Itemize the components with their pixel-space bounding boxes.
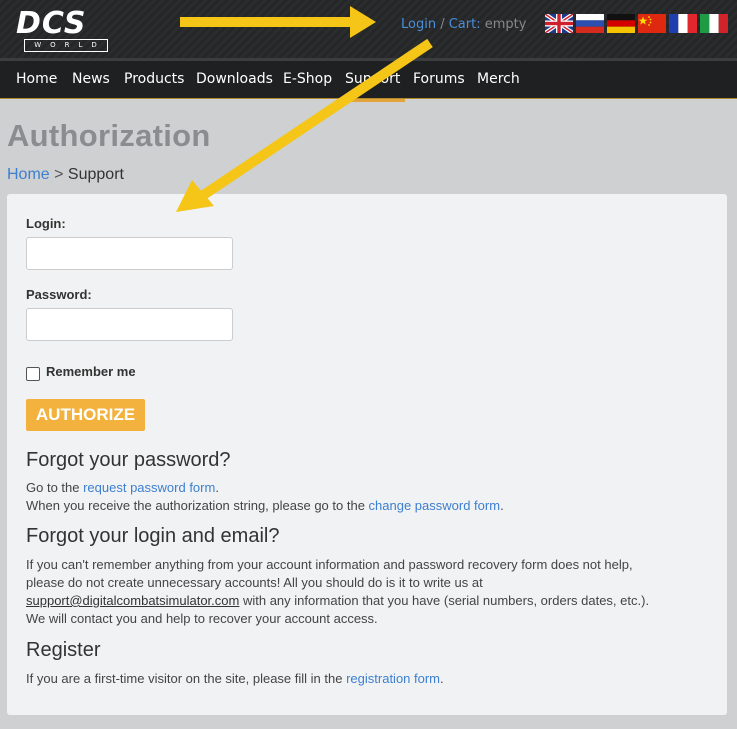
breadcrumb-home[interactable]: Home: [7, 166, 50, 183]
flag-germany-icon[interactable]: [607, 14, 635, 33]
login-link[interactable]: Login: [401, 17, 436, 32]
logo-text: DCS: [16, 6, 87, 41]
flag-france-icon[interactable]: [669, 14, 697, 33]
register-heading: Register: [26, 639, 101, 661]
account-links: Login / Cart: empty: [401, 17, 526, 32]
nav-news[interactable]: News: [72, 71, 110, 87]
flag-russia-icon[interactable]: [576, 14, 604, 33]
forgot-password-line1: Go to the request password form.: [26, 479, 219, 497]
forgot-password-line2: When you receive the authorization strin…: [26, 497, 504, 515]
support-email-link[interactable]: support@digitalcombatsimulator.com: [26, 593, 239, 608]
forgot-login-line3-text: with any information that you have (seri…: [239, 593, 650, 608]
nav-forums[interactable]: Forums: [413, 71, 465, 87]
nav-eshop[interactable]: E-Shop: [283, 71, 332, 87]
main-nav: Home News Products Downloads E-Shop Supp…: [0, 58, 737, 102]
forgot-password-line1-text: Go to the: [26, 480, 84, 495]
account-separator: /: [436, 17, 449, 32]
forgot-password-line1-end: .: [215, 480, 219, 495]
breadcrumb: Home > Support: [7, 166, 124, 184]
forgot-login-line3: support@digitalcombatsimulator.com with …: [26, 592, 649, 610]
logo-subtext: WORLD: [24, 39, 108, 52]
change-password-link[interactable]: change password form: [369, 498, 501, 513]
nav-merch[interactable]: Merch: [477, 71, 520, 87]
forgot-login-line4: We will contact you and help to recover …: [26, 611, 378, 626]
flag-china-icon[interactable]: [638, 14, 666, 33]
nav-support[interactable]: Support: [345, 71, 400, 87]
auth-panel: Login: Password: Remember me AUTHORIZE F…: [7, 194, 727, 715]
nav-active-indicator: [341, 99, 405, 102]
nav-products[interactable]: Products: [124, 71, 184, 87]
remember-me-checkbox[interactable]: [26, 367, 40, 381]
remember-me-label[interactable]: Remember me: [46, 364, 136, 379]
page-title: Authorization: [7, 118, 211, 153]
nav-downloads[interactable]: Downloads: [196, 71, 273, 87]
register-line: If you are a first-time visitor on the s…: [26, 670, 444, 688]
register-text-end: .: [440, 671, 444, 686]
top-header: DCS WORLD Login / Cart: empty: [0, 0, 737, 58]
register-text: If you are a first-time visitor on the s…: [26, 671, 347, 686]
breadcrumb-separator: >: [49, 166, 68, 183]
forgot-login-line1: If you can't remember anything from your…: [26, 557, 633, 572]
dcs-world-logo[interactable]: DCS WORLD: [14, 6, 108, 52]
flag-italy-icon[interactable]: [700, 14, 728, 33]
login-label: Login:: [26, 216, 66, 231]
authorize-button[interactable]: AUTHORIZE: [26, 399, 145, 431]
forgot-login-heading: Forgot your login and email?: [26, 525, 280, 547]
forgot-password-heading: Forgot your password?: [26, 449, 231, 471]
breadcrumb-current: Support: [67, 166, 124, 183]
registration-form-link[interactable]: registration form: [346, 671, 440, 686]
nav-home[interactable]: Home: [16, 71, 57, 87]
request-password-link[interactable]: request password form: [83, 480, 215, 495]
password-input[interactable]: [26, 308, 233, 341]
flag-uk-icon[interactable]: [545, 14, 573, 33]
password-label: Password:: [26, 287, 92, 302]
forgot-password-line2-text: When you receive the authorization strin…: [26, 498, 369, 513]
login-input[interactable]: [26, 237, 233, 270]
forgot-password-line2-end: .: [500, 498, 504, 513]
cart-status: empty: [480, 17, 527, 32]
forgot-login-line2: please do not create unnecessary account…: [26, 575, 483, 590]
cart-link[interactable]: Cart:: [449, 17, 481, 32]
